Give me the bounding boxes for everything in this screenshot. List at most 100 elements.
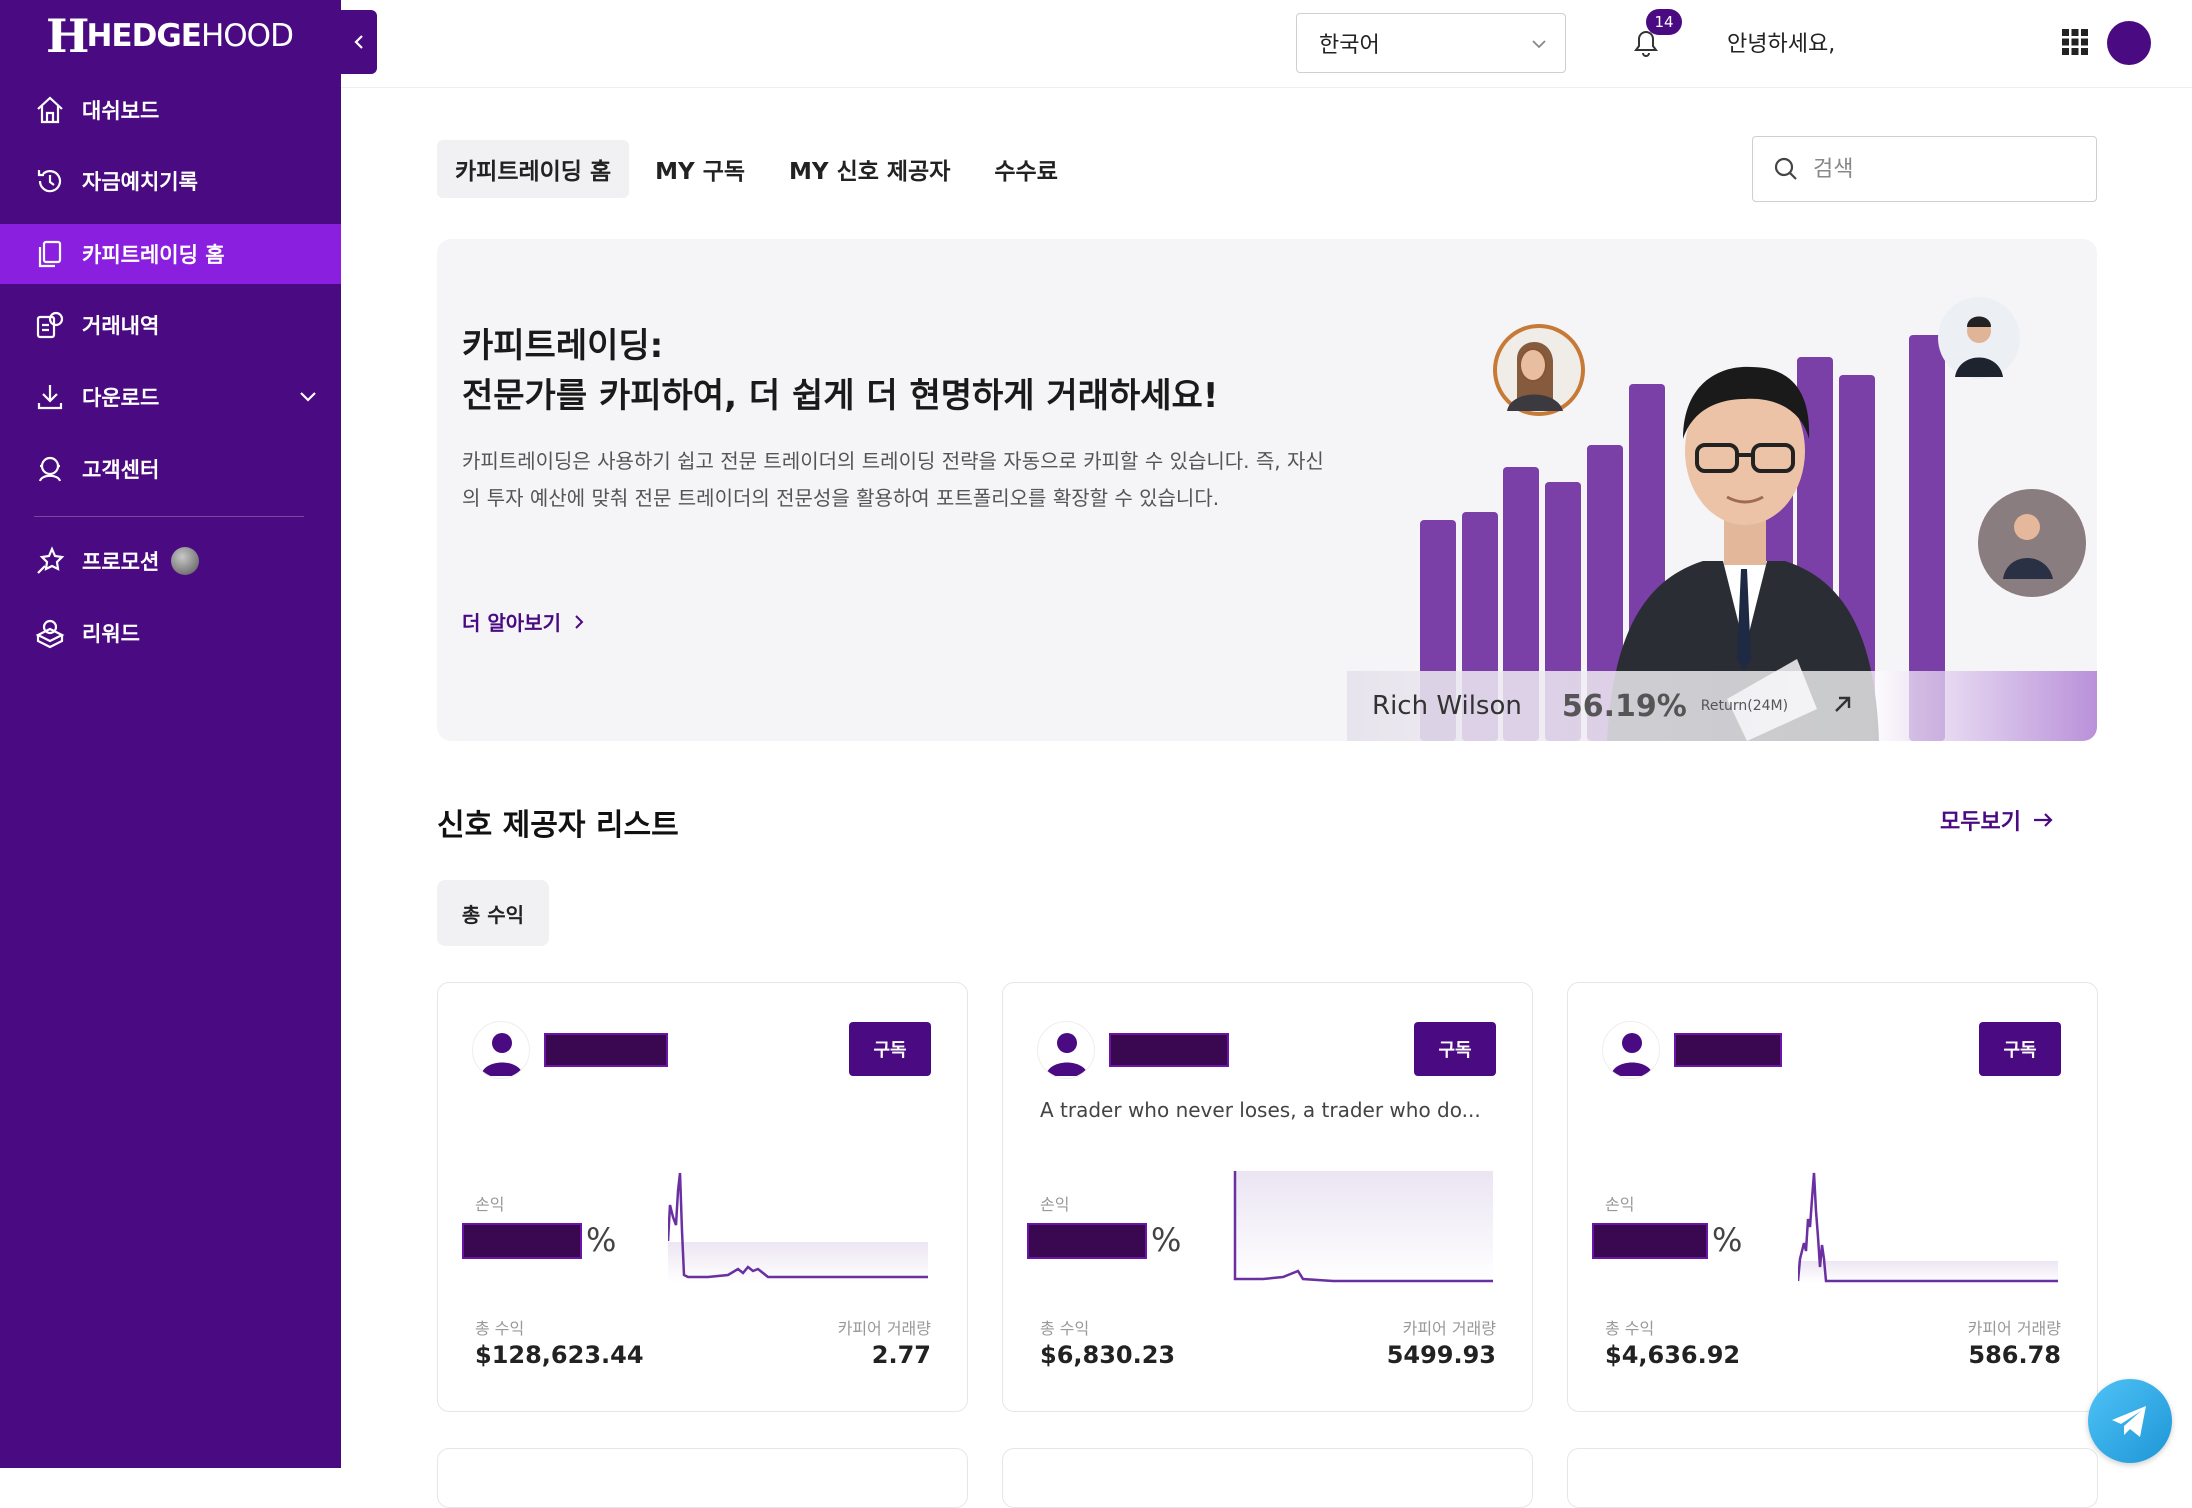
pl-unit: % [586,1221,617,1259]
sidebar-item-reward[interactable]: 리워드 [0,603,341,663]
hero-banner: 카피트레이딩: 전문가를 카피하여, 더 쉽게 더 현명하게 거래하세요! 카피… [437,239,2097,741]
language-value: 한국어 [1319,33,1380,58]
provider-card[interactable]: 구독 손익 % 총 수익 $4,636.92 카피어 거래량 586.78 [1567,982,2098,1412]
search-input[interactable] [1813,156,2073,182]
history-icon [32,163,68,199]
provider-avatar [1037,1021,1095,1079]
pl-value-redacted [1592,1223,1708,1259]
pl-label: 손익 [1040,1195,1070,1214]
provider-name-redacted [1674,1033,1782,1067]
sidebar-item-copytrading-home[interactable]: 카피트레이딩 홈 [0,224,341,284]
arrow-up-right-icon[interactable] [1830,691,1856,721]
filter-chip-total-profit[interactable]: 총 수익 [437,880,549,946]
subscribe-button[interactable]: 구독 [1414,1022,1496,1076]
promo-coin-icon [171,547,200,575]
copier-volume-label: 카피어 거래량 [1967,1319,2061,1338]
featured-trader-return-label: Return(24M) [1700,698,1789,714]
home-icon [32,92,68,128]
download-icon [32,379,68,415]
apps-grid-icon[interactable] [2061,28,2089,56]
pl-label: 손익 [475,1195,505,1214]
profit-sparkline [668,1172,928,1283]
learn-more-label: 더 알아보기 [462,611,561,635]
provider-card-partial[interactable] [437,1448,968,1508]
profit-sparkline [1798,1172,2058,1283]
sidebar-item-label: 리워드 [82,622,140,646]
telegram-icon [2112,1406,2146,1437]
sidebar-item-dashboard[interactable]: 대쉬보드 [0,80,341,140]
user-avatar[interactable] [2107,21,2151,65]
top-bar [341,0,2192,88]
trader-avatar-male-1 [1938,297,2020,379]
subscribe-button[interactable]: 구독 [1979,1022,2061,1076]
sidebar-item-label: 프로모션 [82,550,160,574]
tab-my-signal-providers[interactable]: MY 신호 제공자 [771,140,968,198]
tab-my-subscriptions[interactable]: MY 구독 [637,140,763,198]
tab-copytrading-home[interactable]: 카피트레이딩 홈 [437,140,630,198]
view-all-link[interactable]: 모두보기 [1940,804,2055,836]
featured-trader-return: 56.19% [1561,688,1687,724]
pl-label: 손익 [1605,1195,1635,1214]
provider-card[interactable]: 구독 손익 % 총 수익 $128,623.44 카피어 거래량 2.77 [437,982,968,1412]
sidebar-divider [34,516,304,517]
copy-icon [32,236,68,272]
copier-volume-value: 2.77 [871,1341,931,1369]
sidebar-item-support[interactable]: 고객센터 [0,439,341,499]
reward-icon [32,615,68,651]
brand-name-bold: HEDGE [86,18,201,54]
pl-value-redacted [462,1223,582,1259]
tab-fees[interactable]: 수수료 [976,140,1075,198]
banner-illustration [1420,297,2086,741]
banner-title-line1: 카피트레이딩: [462,326,664,366]
sidebar-collapse-button[interactable] [341,10,377,74]
provider-card[interactable]: 구독 A trader who never loses, a trader wh… [1002,982,1533,1412]
learn-more-link[interactable]: 더 알아보기 [462,607,587,636]
total-profit-label: 총 수익 [1040,1319,1090,1338]
provider-avatar [472,1021,530,1079]
banner-title: 카피트레이딩: 전문가를 카피하여, 더 쉽게 더 현명하게 거래하세요! [462,321,1218,421]
sidebar-item-label: 거래내역 [82,314,160,338]
total-profit-value: $6,830.23 [1040,1341,1176,1369]
telegram-chat-button[interactable] [2088,1379,2172,1463]
support-icon [32,451,68,487]
trader-avatar-male-2 [1978,489,2086,597]
trader-avatar-female [1493,324,1585,416]
profit-sparkline [1233,1171,1493,1283]
total-profit-label: 총 수익 [475,1319,525,1338]
brand-logo[interactable]: H HEDGE HOOD [46,9,294,63]
featured-trader-bar[interactable]: Rich Wilson 56.19% Return(24M) [1347,671,2097,741]
chevron-down-icon [1529,34,1549,60]
total-profit-value: $128,623.44 [475,1341,644,1369]
transactions-icon [32,307,68,343]
chevron-down-icon[interactable] [297,385,319,412]
banner-description: 카피트레이딩은 사용하기 쉽고 전문 트레이더의 트레이딩 전략을 자동으로 카… [462,449,1324,510]
pl-unit: % [1712,1221,1743,1259]
copytrading-tabs: 카피트레이딩 홈 MY 구독 MY 신호 제공자 수수료 [437,140,1076,198]
language-select[interactable]: 한국어 [1296,13,1566,73]
sidebar-item-label: 자금예치기록 [82,170,198,194]
sidebar-item-deposit-history[interactable]: 자금예치기록 [0,151,341,211]
provider-name-redacted [1109,1033,1229,1067]
sidebar-item-promotion[interactable]: 프로모션 [0,531,341,591]
sidebar-item-label: 다운로드 [82,386,160,410]
banner-title-line2: 전문가를 카피하여, 더 쉽게 더 현명하게 거래하세요! [462,376,1219,416]
provider-card-partial[interactable] [1567,1448,2098,1508]
sidebar-item-download[interactable]: 다운로드 [0,367,341,427]
chevron-left-icon [354,35,363,49]
provider-description: A trader who never loses, a trader who d… [1040,1098,1481,1122]
search-box[interactable] [1752,136,2097,202]
promotion-icon [32,543,68,579]
sidebar-item-label: 고객센터 [82,458,160,482]
provider-avatar [1602,1021,1660,1079]
provider-card-partial[interactable] [1002,1448,1533,1508]
logo-mark-icon: H [46,9,89,63]
brand-name-light: HOOD [200,18,294,54]
chevron-right-icon [575,614,584,629]
sidebar-item-label: 카피트레이딩 홈 [82,243,225,267]
provider-name-redacted [544,1033,668,1067]
sidebar-item-transactions[interactable]: 거래내역 [0,295,341,355]
subscribe-button[interactable]: 구독 [849,1022,931,1076]
search-icon [1774,157,1797,180]
section-title: 신호 제공자 리스트 [437,808,679,843]
featured-trader-name: Rich Wilson [1372,691,1522,721]
